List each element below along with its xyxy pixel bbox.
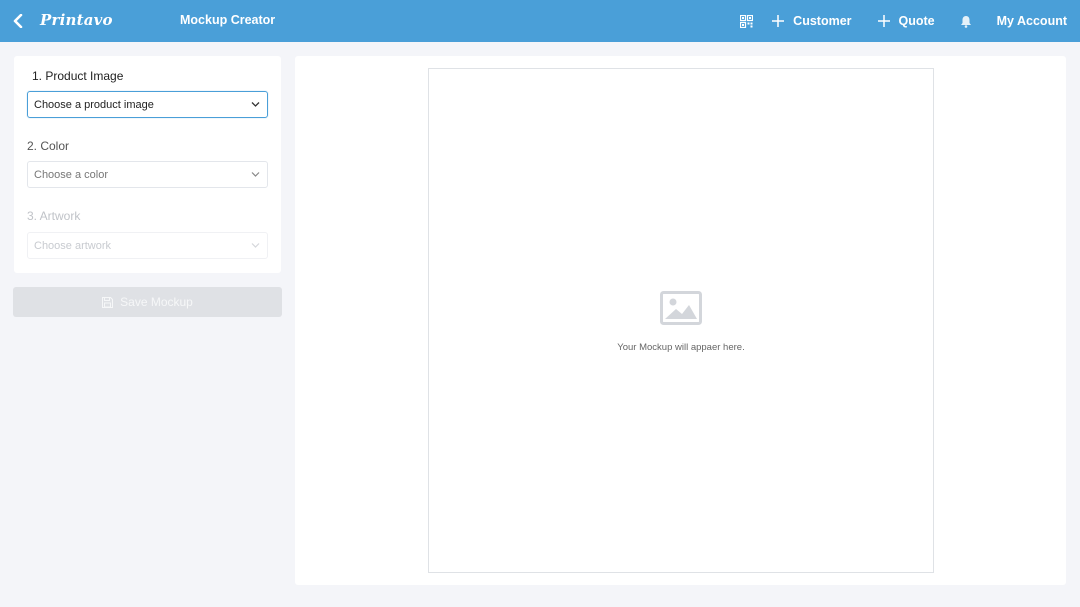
bell-icon	[960, 15, 971, 28]
image-placeholder-icon	[660, 291, 702, 325]
artwork-label: 3. Artwork	[27, 209, 81, 223]
floppy-disk-icon	[102, 296, 114, 308]
mockup-options-panel: 1. Product Image Choose a product image …	[14, 56, 281, 273]
printavo-logo[interactable]: Printavo	[40, 11, 113, 29]
mockup-canvas: Your Mockup will appaer here.	[428, 68, 934, 573]
mockup-preview-area: Your Mockup will appaer here.	[295, 56, 1066, 585]
my-account-menu[interactable]: My Account	[997, 14, 1067, 28]
add-quote-label: Quote	[898, 14, 935, 28]
add-customer-button[interactable]: Customer	[771, 14, 852, 28]
save-mockup-button[interactable]: Save Mockup	[13, 287, 282, 317]
add-quote-button[interactable]: Quote	[877, 14, 935, 28]
top-navbar: Printavo Mockup Creator Customer Quote M…	[0, 0, 1080, 42]
color-select[interactable]: Choose a color	[27, 161, 268, 188]
chevron-down-icon	[251, 172, 260, 177]
artwork-select-value: Choose artwork	[34, 239, 112, 252]
chevron-down-icon	[251, 243, 260, 248]
chevron-down-icon	[251, 102, 260, 107]
add-customer-label: Customer	[793, 14, 852, 28]
product-image-select[interactable]: Choose a product image	[27, 91, 268, 118]
artwork-select: Choose artwork	[27, 232, 268, 259]
plus-icon	[772, 15, 785, 27]
notifications-bell-button[interactable]	[960, 15, 997, 28]
back-chevron-icon[interactable]	[10, 11, 26, 31]
page-title: Mockup Creator	[180, 13, 276, 27]
qr-code-icon[interactable]	[740, 14, 754, 28]
plus-icon	[877, 15, 890, 27]
product-image-label: 1. Product Image	[32, 69, 124, 83]
color-label: 2. Color	[27, 139, 70, 153]
product-image-select-value: Choose a product image	[34, 98, 154, 111]
save-mockup-label: Save Mockup	[120, 295, 193, 309]
color-select-value: Choose a color	[34, 168, 108, 181]
empty-mockup-message: Your Mockup will appaer here.	[617, 342, 745, 353]
top-nav-actions: Customer Quote My Account	[740, 0, 1067, 42]
